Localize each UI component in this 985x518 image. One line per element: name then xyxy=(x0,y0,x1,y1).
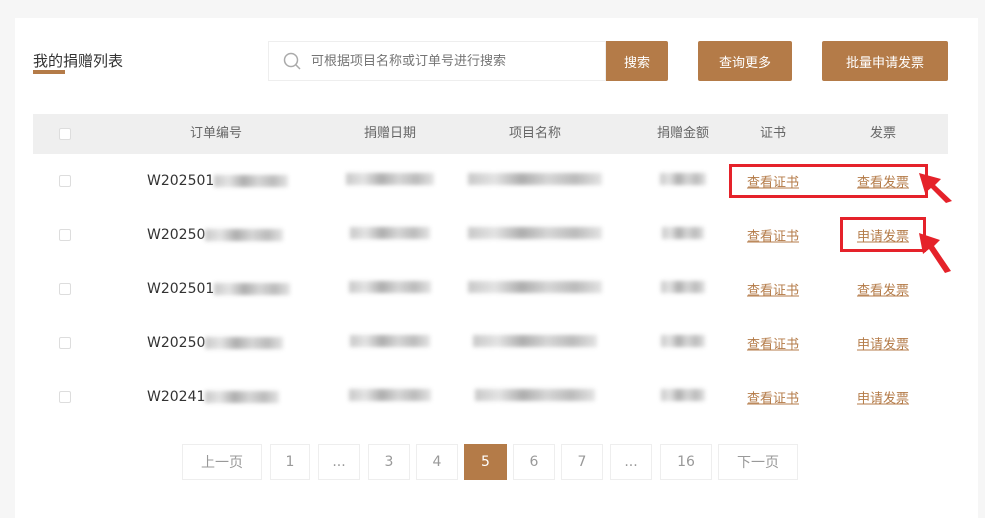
col-order: 订单编号 xyxy=(189,126,243,141)
invoice-link[interactable]: 申请发票 xyxy=(857,334,909,353)
search-input[interactable] xyxy=(311,53,591,69)
invoice-link[interactable]: 申请发票 xyxy=(857,388,909,407)
redacted-date xyxy=(346,173,434,185)
view-certificate-link[interactable]: 查看证书 xyxy=(747,280,799,299)
page-5[interactable]: 5 xyxy=(464,444,507,480)
order-prefix: W202501 xyxy=(147,281,215,297)
page-7[interactable]: 7 xyxy=(561,444,603,480)
row-checkbox[interactable] xyxy=(59,175,71,187)
annotation-box xyxy=(729,164,928,198)
page-ellipsis[interactable]: ... xyxy=(610,444,652,480)
redacted-amount xyxy=(661,281,705,293)
page-16[interactable]: 16 xyxy=(660,444,712,480)
redacted-amount xyxy=(660,173,706,185)
prev-page-button[interactable]: 上一页 xyxy=(182,444,262,480)
redacted-date xyxy=(349,281,431,293)
redacted-order xyxy=(214,283,291,295)
query-more-button[interactable]: 查询更多 xyxy=(698,41,792,81)
annotation-arrows xyxy=(919,173,952,273)
order-number: W202501 xyxy=(147,281,291,297)
redacted-order xyxy=(205,229,284,241)
page-6[interactable]: 6 xyxy=(513,444,555,480)
table-header: 订单编号 捐赠日期 项目名称 捐赠金额 证书 发票 xyxy=(33,114,948,154)
col-date: 捐赠日期 xyxy=(363,126,417,141)
order-prefix: W202501 xyxy=(147,173,215,189)
order-number: W202501 xyxy=(147,173,289,189)
search-button[interactable]: 搜索 xyxy=(606,41,668,81)
redacted-project xyxy=(473,335,597,347)
row-checkbox[interactable] xyxy=(59,283,71,295)
redacted-project xyxy=(468,281,602,293)
row-checkbox[interactable] xyxy=(59,391,71,403)
page-1[interactable]: 1 xyxy=(270,444,310,480)
col-invoice: 发票 xyxy=(869,126,897,141)
search-icon xyxy=(283,52,301,70)
table-row: W202501 查看证书 查看发票 xyxy=(33,262,948,316)
invoice-link[interactable]: 查看发票 xyxy=(857,280,909,299)
select-all-checkbox[interactable] xyxy=(59,128,71,140)
next-page-button[interactable]: 下一页 xyxy=(718,444,798,480)
redacted-order xyxy=(205,337,284,349)
view-certificate-link[interactable]: 查看证书 xyxy=(747,388,799,407)
page-ellipsis[interactable]: ... xyxy=(318,444,360,480)
order-number: W20241 xyxy=(147,389,280,405)
batch-invoice-button[interactable]: 批量申请发票 xyxy=(822,41,948,81)
order-number: W20250 xyxy=(147,335,284,351)
row-checkbox[interactable] xyxy=(59,229,71,241)
redacted-project xyxy=(468,173,602,185)
redacted-amount xyxy=(662,227,704,239)
redacted-date xyxy=(349,389,431,401)
table-row: W20250 查看证书 申请发票 xyxy=(33,316,948,370)
arrow-icon xyxy=(919,173,952,203)
redacted-date xyxy=(350,227,430,239)
page-4[interactable]: 4 xyxy=(416,444,458,480)
redacted-project xyxy=(468,227,602,239)
col-amount: 捐赠金额 xyxy=(656,126,710,141)
redacted-order xyxy=(205,391,280,403)
redacted-order xyxy=(214,175,289,187)
arrow-icon xyxy=(919,233,951,273)
page-title: 我的捐赠列表 xyxy=(33,52,124,70)
view-certificate-link[interactable]: 查看证书 xyxy=(747,334,799,353)
redacted-date xyxy=(350,335,430,347)
col-project: 项目名称 xyxy=(508,126,562,141)
row-checkbox[interactable] xyxy=(59,337,71,349)
page-3[interactable]: 3 xyxy=(368,444,410,480)
title-underline xyxy=(33,70,65,74)
order-number: W20250 xyxy=(147,227,284,243)
table-row: W20250 查看证书 申请发票 xyxy=(33,208,948,262)
redacted-amount xyxy=(661,389,705,401)
table-row: W20241 查看证书 申请发票 xyxy=(33,370,948,424)
view-certificate-link[interactable]: 查看证书 xyxy=(747,226,799,245)
col-certificate: 证书 xyxy=(759,126,787,141)
redacted-amount xyxy=(661,335,705,347)
order-prefix: W20250 xyxy=(147,335,206,351)
order-prefix: W20250 xyxy=(147,227,206,243)
search-box[interactable] xyxy=(268,41,606,81)
annotation-box xyxy=(840,217,926,252)
redacted-project xyxy=(475,389,595,401)
order-prefix: W20241 xyxy=(147,389,206,405)
